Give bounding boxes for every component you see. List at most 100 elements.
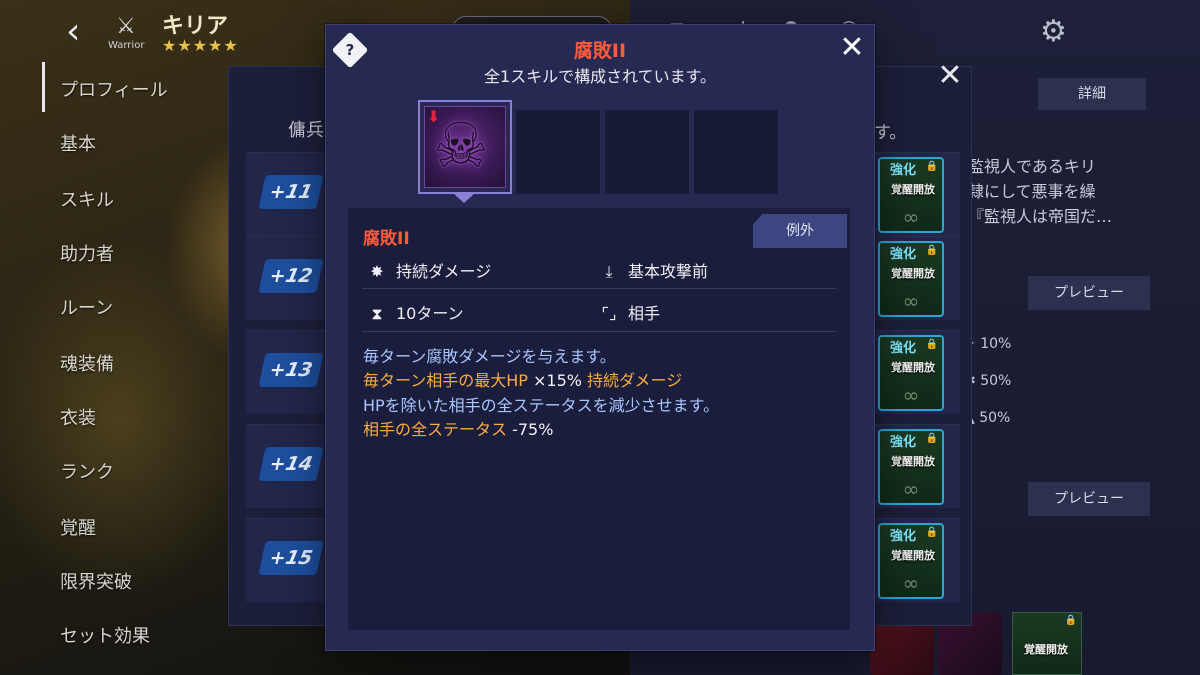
level-badge: +14 <box>258 447 324 481</box>
desc-line: 毎ターン相手の最大HP ×15% 持続ダメージ <box>363 367 682 391</box>
popup-subtitle: 全1スキルで構成されています。 <box>483 67 717 86</box>
lock-icon: 🔒 <box>1064 615 1077 626</box>
gear-sort-icon[interactable]: ⚙ <box>1040 14 1076 50</box>
hourglass-icon: ⧗ <box>371 304 383 323</box>
help-glyph: ? <box>345 41 355 59</box>
lock-icon: 🔒 <box>925 527 938 538</box>
infinity-icon: ∞ <box>902 205 920 229</box>
awaken-label: 覚醒開放 <box>891 549 935 562</box>
attr-timing: ⤓ 基本攻撃前 <box>598 258 708 282</box>
lore-line: 隷にして悪事を繰 <box>968 182 1096 201</box>
desc-value: -75% <box>507 420 554 439</box>
attr-type: ✸ 持続ダメージ <box>366 258 491 282</box>
level-badge: +13 <box>258 353 324 387</box>
timing-icon: ⤓ <box>605 262 613 281</box>
skull-glyph: ☠ <box>433 109 489 182</box>
awaken-label: 覚醒開放 <box>891 361 935 374</box>
desc-highlight: 毎ターン相手の最大HP <box>363 371 528 390</box>
attr-timing-label: 基本攻撃前 <box>628 262 709 281</box>
level-badge: +15 <box>258 541 324 575</box>
awaken-card[interactable]: 強化 🔒 覚醒開放 ∞ <box>878 157 944 233</box>
level-badge: +12 <box>258 259 324 293</box>
attr-type-label: 持続ダメージ <box>396 262 492 281</box>
slot-pointer <box>454 194 474 203</box>
divider <box>362 288 836 289</box>
side-item-rune[interactable]: ルーン <box>60 294 113 320</box>
debuff-arrow-icon: ⬇ <box>427 107 441 126</box>
dot-damage-icon: ✸ <box>370 262 384 281</box>
side-item-awaken[interactable]: 覚醒 <box>60 514 96 540</box>
stat-text: 50% <box>980 373 1012 389</box>
preview-tab[interactable]: プレビュー <box>1028 276 1150 310</box>
skull-icon[interactable]: ☠ ⬇ <box>424 106 506 188</box>
enhance-label: 強化 <box>890 341 917 356</box>
lock-icon: 🔒 <box>925 433 938 444</box>
close-icon[interactable]: ✕ <box>836 32 868 64</box>
desc-line: 相手の全ステータス -75% <box>363 416 553 440</box>
attr-duration: ⧗ 10ターン <box>366 300 464 324</box>
skill-slot-empty <box>694 110 778 194</box>
attr-target: ⌜⌟ 相手 <box>598 300 661 324</box>
panel-header-tail: す。 <box>874 123 907 143</box>
close-icon[interactable]: ✕ <box>930 56 970 96</box>
awaken-card[interactable]: 強化 🔒 覚醒開放 ∞ <box>878 335 944 411</box>
infinity-icon: ∞ <box>902 383 920 407</box>
enhance-label: 強化 <box>890 163 917 178</box>
help-icon[interactable]: ? <box>331 31 369 69</box>
awaken-label: 覚醒開放 <box>891 183 935 196</box>
lore-text: 監視人であるキリ 隷にして悪事を繰 『監視人は帝国だ… <box>968 154 1168 229</box>
awaken-thumbnail[interactable]: 🔒 覚醒開放 <box>1012 612 1082 675</box>
target-icon: ⌜⌟ <box>601 304 617 323</box>
exception-tag: 例外 <box>753 214 847 248</box>
side-menu: プロフィール 基本 スキル 助力者 ルーン 魂装備 衣装 ランク 覚醒 限界突破… <box>40 60 220 660</box>
popup-title: 腐敗II <box>573 40 627 62</box>
lock-icon: 🔒 <box>925 245 938 256</box>
attr-target-label: 相手 <box>628 304 661 323</box>
stat-text: 10% <box>980 336 1012 352</box>
side-item-costume[interactable]: 衣装 <box>60 404 96 430</box>
side-item-basic[interactable]: 基本 <box>60 130 96 156</box>
skill-slot-empty <box>605 110 689 194</box>
attr-duration-label: 10ターン <box>396 304 464 323</box>
infinity-icon: ∞ <box>902 571 920 595</box>
side-item-limit-break[interactable]: 限界突破 <box>60 568 132 594</box>
divider <box>362 331 836 332</box>
lore-line: 『監視人は帝国だ… <box>968 207 1113 226</box>
awaken-card[interactable]: 強化 🔒 覚醒開放 ∞ <box>878 429 944 505</box>
class-label: Warrior <box>108 40 145 51</box>
side-item-helper[interactable]: 助力者 <box>60 240 114 266</box>
side-item-skill[interactable]: スキル <box>60 186 114 212</box>
skill-slot-empty <box>516 110 600 194</box>
desc-line: HPを除いた相手の全ステータスを減少させます。 <box>363 396 720 415</box>
lock-icon: 🔒 <box>925 161 938 172</box>
desc-highlight: 持続ダメージ <box>587 371 683 390</box>
awaken-label: 覚醒開放 <box>891 267 935 280</box>
awaken-card[interactable]: 強化 🔒 覚醒開放 ∞ <box>878 241 944 317</box>
awaken-label: 覚醒開放 <box>891 455 935 468</box>
side-item-soul-gear[interactable]: 魂装備 <box>60 350 114 376</box>
desc-value: ×15% <box>527 371 588 390</box>
infinity-icon: ∞ <box>902 477 920 501</box>
awaken-label: 覚醒開放 <box>1024 643 1068 656</box>
desc-highlight: 相手の全ステータス <box>363 420 508 439</box>
level-badge: +11 <box>258 175 324 209</box>
sword-icon: ⚔ <box>116 14 136 39</box>
star-rating: ★★★★★ <box>162 36 239 55</box>
side-item-profile[interactable]: プロフィール <box>60 76 168 102</box>
panel-header: 傭兵 <box>288 120 324 141</box>
enhance-label: 強化 <box>890 529 917 544</box>
awaken-card[interactable]: 強化 🔒 覚醒開放 ∞ <box>878 523 944 599</box>
detail-tab[interactable]: 詳細 <box>1038 78 1146 110</box>
lock-icon: 🔒 <box>925 339 938 350</box>
skill-name: 腐敗II <box>363 229 410 249</box>
stat-text: 50% <box>979 410 1011 426</box>
side-item-set-effect[interactable]: セット効果 <box>60 622 150 648</box>
infinity-icon: ∞ <box>902 289 920 313</box>
lore-line: 監視人であるキリ <box>968 157 1096 176</box>
enhance-label: 強化 <box>890 247 917 262</box>
desc-line: 毎ターン腐敗ダメージを与えます。 <box>363 347 616 366</box>
enhance-label: 強化 <box>890 435 917 450</box>
back-button[interactable]: ‹ <box>66 12 96 52</box>
side-item-rank[interactable]: ランク <box>60 458 114 484</box>
preview-tab[interactable]: プレビュー <box>1028 482 1150 516</box>
